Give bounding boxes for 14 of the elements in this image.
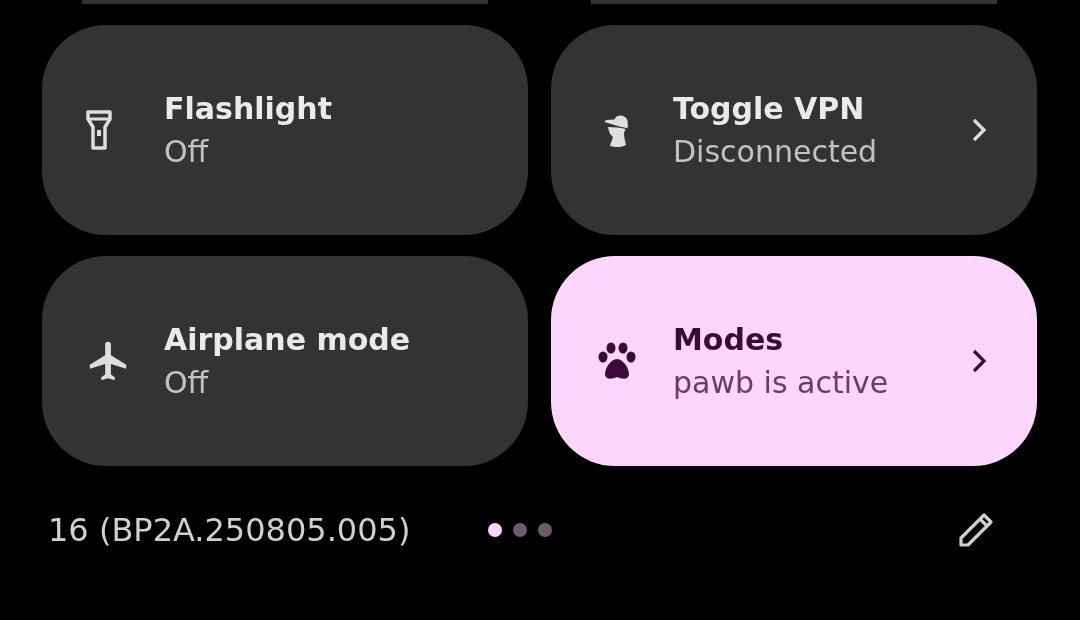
tile-status: Disconnected [673,134,879,169]
tile-title: Airplane mode [164,322,412,357]
tile-status: Off [164,365,210,400]
quick-settings-tile[interactable]: Modes pawb is active [551,256,1037,466]
quick-settings-tile[interactable]: Flashlight Off [42,25,528,235]
flashlight-icon [86,110,112,150]
tile-status: pawb is active [673,365,890,400]
tile-status: Off [164,134,210,169]
quick-settings-tile[interactable]: Toggle VPN Disconnected [551,25,1037,235]
tile-title: Flashlight [164,91,333,126]
build-number: 16 (BP2A.250805.005) [48,511,411,549]
quick-settings-tile[interactable]: Airplane mode Off [42,256,528,466]
tile-title: Toggle VPN [673,91,866,126]
tile-title: Modes [673,322,785,357]
